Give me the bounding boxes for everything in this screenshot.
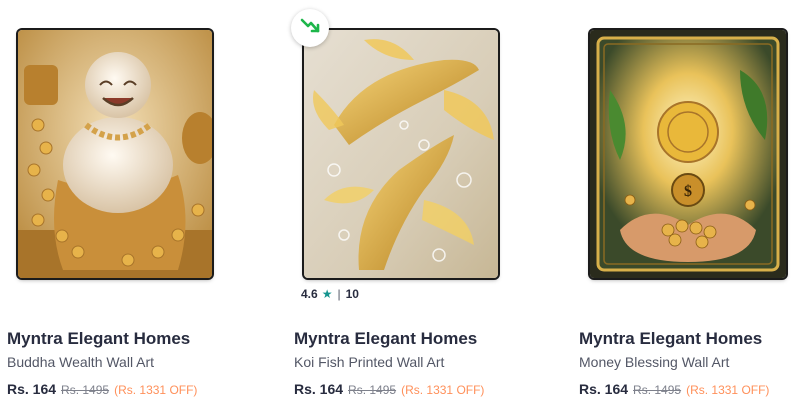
rating-value: 4.6 bbox=[301, 287, 318, 301]
product-mrp: Rs. 1495 bbox=[633, 383, 682, 397]
product-brand[interactable]: Myntra Elegant Homes bbox=[579, 329, 762, 349]
product-mrp: Rs. 1495 bbox=[348, 383, 397, 397]
product-card[interactable]: $ Myntra Elegant Homes Money Blessing Wa… bbox=[573, 0, 800, 407]
product-image-koi-fish[interactable] bbox=[304, 30, 498, 278]
svg-text:$: $ bbox=[684, 183, 692, 200]
product-name[interactable]: Koi Fish Printed Wall Art bbox=[294, 354, 444, 370]
price-row: Rs. 164 Rs. 1495 (Rs. 1331 OFF) bbox=[579, 381, 769, 397]
rating-count: 10 bbox=[345, 287, 359, 301]
product-card[interactable]: Myntra Elegant Homes Buddha Wealth Wall … bbox=[0, 0, 260, 407]
product-name[interactable]: Money Blessing Wall Art bbox=[579, 354, 729, 370]
product-card[interactable]: 4.6 ★ | 10 Myntra Elegant Homes Koi Fish… bbox=[287, 0, 547, 407]
rating-badge: 4.6 ★ | 10 bbox=[295, 284, 365, 304]
product-discount: (Rs. 1331 OFF) bbox=[401, 383, 485, 397]
product-brand[interactable]: Myntra Elegant Homes bbox=[7, 329, 190, 349]
star-icon: ★ bbox=[321, 287, 333, 301]
product-brand[interactable]: Myntra Elegant Homes bbox=[294, 329, 477, 349]
trending-badge bbox=[291, 9, 329, 47]
product-image-money-blessing[interactable]: $ bbox=[590, 30, 786, 278]
product-price: Rs. 164 bbox=[7, 381, 57, 397]
price-row: Rs. 164 Rs. 1495 (Rs. 1331 OFF) bbox=[294, 381, 484, 397]
product-price: Rs. 164 bbox=[294, 381, 344, 397]
price-row: Rs. 164 Rs. 1495 (Rs. 1331 OFF) bbox=[7, 381, 197, 397]
product-image-buddha[interactable] bbox=[18, 30, 212, 278]
product-grid: Myntra Elegant Homes Buddha Wealth Wall … bbox=[0, 0, 800, 407]
product-name[interactable]: Buddha Wealth Wall Art bbox=[7, 354, 154, 370]
product-price: Rs. 164 bbox=[579, 381, 629, 397]
trending-down-icon bbox=[299, 15, 321, 42]
product-discount: (Rs. 1331 OFF) bbox=[686, 383, 770, 397]
rating-separator: | bbox=[337, 287, 341, 301]
product-discount: (Rs. 1331 OFF) bbox=[114, 383, 198, 397]
product-mrp: Rs. 1495 bbox=[61, 383, 110, 397]
